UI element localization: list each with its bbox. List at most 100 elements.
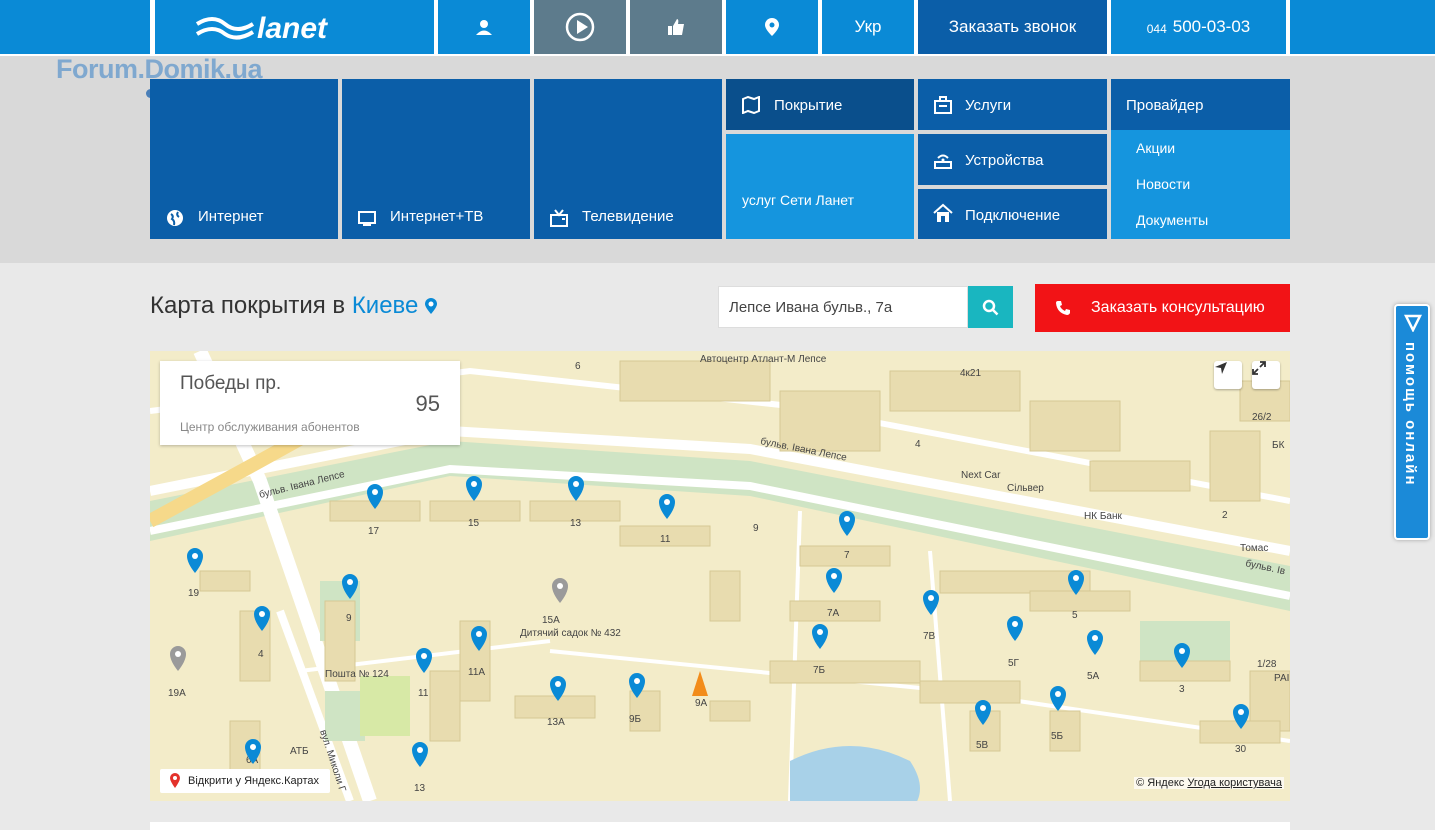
expand-icon xyxy=(1252,361,1266,375)
user-icon xyxy=(476,20,492,35)
tile-internet-tv[interactable]: Интернет+ТВ xyxy=(342,79,530,239)
marker-dot xyxy=(372,489,378,495)
marker-dot xyxy=(980,705,986,711)
tile-internet[interactable]: Интернет xyxy=(150,79,338,239)
marker-dot xyxy=(1012,621,1018,627)
topbar-spacer-left xyxy=(0,0,150,54)
marker-dot xyxy=(417,747,423,753)
coverage-marker[interactable] xyxy=(245,739,261,764)
tile-label: Устройства xyxy=(965,152,1044,169)
house-icon xyxy=(933,203,953,222)
video-button[interactable] xyxy=(534,0,626,54)
tile-label: Интернет xyxy=(198,208,264,225)
selected-address-marker[interactable] xyxy=(692,671,708,696)
tile-connection[interactable]: Подключение xyxy=(918,189,1107,239)
city-link[interactable]: Киеве xyxy=(352,292,419,319)
coverage-marker[interactable] xyxy=(466,476,482,501)
tile-coverage-sub[interactable]: услуг Сети Ланет xyxy=(726,134,914,239)
coverage-map[interactable]: бульв. Івана Лепсе бульв. Івана Лепсе бу… xyxy=(150,351,1290,801)
marker-dot xyxy=(555,681,561,687)
tile-tv[interactable]: Телевидение xyxy=(534,79,722,239)
marker-dot xyxy=(664,499,670,505)
online-help-widget[interactable]: помощь онлайн xyxy=(1394,304,1430,540)
tile-provider[interactable]: Провайдер xyxy=(1111,79,1290,130)
coverage-marker[interactable] xyxy=(342,574,358,599)
content-panel-edge xyxy=(150,822,1290,830)
coverage-marker[interactable] xyxy=(826,568,842,593)
tile-label: Подключение xyxy=(965,207,1061,224)
service-center-marker[interactable] xyxy=(170,646,186,671)
coverage-marker[interactable] xyxy=(1068,570,1084,595)
coverage-marker[interactable] xyxy=(1007,616,1023,641)
account-button[interactable] xyxy=(438,0,530,54)
tile-services[interactable]: Услуги xyxy=(918,79,1107,130)
coverage-marker[interactable] xyxy=(975,700,991,725)
consultation-button[interactable]: Заказать консультацию xyxy=(1035,284,1290,332)
coverage-marker[interactable] xyxy=(839,511,855,536)
coverage-marker[interactable] xyxy=(550,676,566,701)
open-in-yandex-link[interactable]: Відкрити у Яндекс.Картах xyxy=(160,769,330,793)
marker-dot xyxy=(347,579,353,585)
coverage-marker[interactable] xyxy=(568,476,584,501)
language-switch[interactable]: Укр xyxy=(822,0,914,54)
search-icon xyxy=(982,299,999,315)
consultation-label: Заказать консультацию xyxy=(1091,299,1265,316)
geolocate-button[interactable] xyxy=(1214,361,1242,389)
tile-coverage[interactable]: Покрытие xyxy=(726,79,914,130)
marker-dot xyxy=(250,744,256,750)
coverage-marker[interactable] xyxy=(367,484,383,509)
coverage-marker[interactable] xyxy=(659,494,675,519)
tile-devices[interactable]: Устройства xyxy=(918,134,1107,185)
info-card-subtitle: Центр обслуживания абонентов xyxy=(180,420,360,434)
phone-link[interactable]: 044 500-03-03 xyxy=(1111,0,1286,54)
marker-dot xyxy=(476,631,482,637)
submenu-item-promotions[interactable]: Акции xyxy=(1136,140,1175,156)
coverage-marker[interactable] xyxy=(416,648,432,673)
submenu-item-news[interactable]: Новости xyxy=(1136,176,1190,192)
marker-dot xyxy=(928,595,934,601)
svg-text:lanet: lanet xyxy=(257,12,329,44)
coverage-marker[interactable] xyxy=(629,673,645,698)
tile-sublabel: услуг Сети Ланет xyxy=(742,192,854,208)
phone-prefix: 044 xyxy=(1146,21,1167,36)
globe-icon xyxy=(167,210,183,226)
marker-dot xyxy=(1073,575,1079,581)
page-title: Карта покрытия в Киеве xyxy=(150,292,438,320)
logo[interactable]: lanet xyxy=(155,0,434,54)
terms-link[interactable]: Угода користувача xyxy=(1187,777,1282,789)
callback-button[interactable]: Заказать звонок xyxy=(918,0,1107,54)
router-icon xyxy=(934,154,952,169)
coverage-marker[interactable] xyxy=(1174,643,1190,668)
marker-dot xyxy=(831,573,837,579)
coverage-marker[interactable] xyxy=(187,548,203,573)
info-card[interactable]: Победы пр. Центр обслуживания абонентов … xyxy=(160,361,460,445)
coverage-marker[interactable] xyxy=(1087,630,1103,655)
marker-dot xyxy=(421,653,427,659)
coverage-marker[interactable] xyxy=(254,606,270,631)
service-center-marker[interactable] xyxy=(552,578,568,603)
tv-icon xyxy=(550,209,568,227)
coverage-marker[interactable] xyxy=(812,624,828,649)
coverage-marker[interactable] xyxy=(412,742,428,767)
top-bar: lanet Укр Заказать звонок 044 500-03-03 xyxy=(0,0,1435,56)
coverage-marker[interactable] xyxy=(1233,704,1249,729)
play-icon xyxy=(565,12,595,42)
address-search-input[interactable] xyxy=(718,286,968,328)
tile-label: Услуги xyxy=(965,97,1012,114)
marker-dot xyxy=(557,583,563,589)
map-copyright: © Яндекс Угода користувача xyxy=(1134,777,1284,789)
fullscreen-button[interactable] xyxy=(1252,361,1280,389)
marker-dot xyxy=(634,678,640,684)
coverage-marker[interactable] xyxy=(1050,686,1066,711)
phone-number: 500-03-03 xyxy=(1172,17,1251,36)
briefcase-icon xyxy=(934,96,952,114)
coverage-marker[interactable] xyxy=(471,626,487,651)
coverage-marker[interactable] xyxy=(923,590,939,615)
submenu-item-documents[interactable]: Документы xyxy=(1136,212,1208,228)
like-button[interactable] xyxy=(630,0,722,54)
search-button[interactable] xyxy=(968,286,1013,328)
chat-icon xyxy=(1404,314,1422,332)
lanet-logo-icon: lanet xyxy=(195,12,329,44)
location-button[interactable] xyxy=(726,0,818,54)
marker-dot xyxy=(844,516,850,522)
